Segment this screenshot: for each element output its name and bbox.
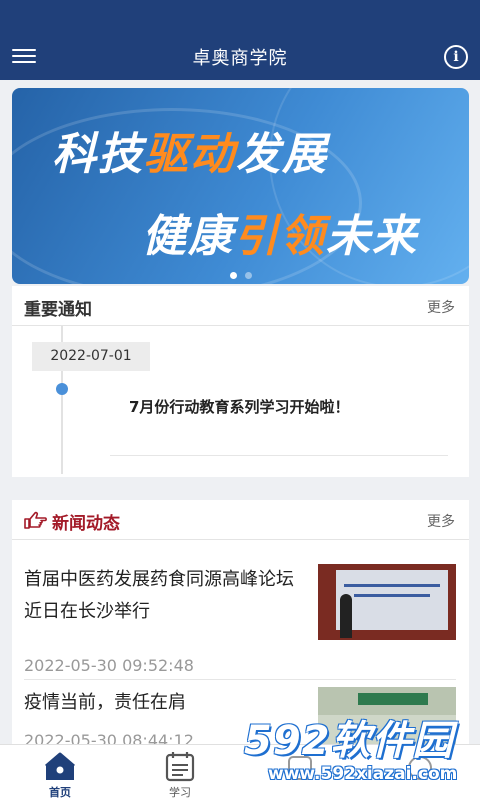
news-item-title: 疫情当前，责任在肩 [24,692,186,713]
tab-fourth[interactable] [360,745,480,800]
app-title: 卓奥商学院 [192,48,288,69]
divider [110,455,448,456]
notice-more-link[interactable]: 更多 [427,297,455,317]
pointing-hand-icon [24,511,47,529]
tab-icon [408,756,432,780]
news-item[interactable]: 首届中医药发展药食同源高峰论坛近日在长沙举行 2022-05-30 09:52:… [24,564,456,680]
banner-slogan-line2: 健康引领未来 [142,200,418,264]
notebook-icon [165,752,195,782]
banner-word-highlight: 引领 [234,211,326,262]
tab-third[interactable] [240,745,360,800]
news-item-date: 2022-05-30 09:52:48 [24,656,194,675]
home-icon [45,752,75,780]
bottom-tab-bar: 首页 学习 [0,744,480,800]
banner-word: 健康 [142,211,234,262]
news-section-title: 新闻动态 [52,514,120,534]
tab-label: 首页 [49,786,71,799]
notice-section-title: 重要通知 [24,300,92,320]
notice-item-title[interactable]: 7月份行动教育系列学习开始啦！ [129,394,409,421]
tab-label: 学习 [169,786,191,799]
notice-date-tag: 2022-07-01 [32,342,150,371]
banner-word: 未来 [326,211,418,262]
notice-header: 重要通知 更多 [12,286,469,326]
notice-card: 重要通知 更多 2022-07-01 7月份行动教育系列学习开始啦！ [12,286,469,477]
news-thumbnail [318,564,456,640]
banner-word: 发展 [236,129,328,180]
banner-carousel[interactable]: 科技驱动发展 健康引领未来 [12,88,469,284]
app-header: 卓奥商学院 i [0,0,480,80]
carousel-dot[interactable] [229,272,237,279]
news-item-title: 首届中医药发展药食同源高峰论坛近日在长沙举行 [24,569,294,622]
banner-word: 科技 [52,129,144,180]
tab-home[interactable]: 首页 [0,745,120,800]
banner-word-highlight: 驱动 [144,129,236,180]
carousel-indicator [12,264,469,283]
carousel-dot[interactable] [244,272,252,279]
timeline-dot [56,383,68,395]
banner-slogan-line1: 科技驱动发展 [52,118,328,182]
tab-icon [288,756,312,780]
news-more-link[interactable]: 更多 [427,511,455,531]
info-icon[interactable]: i [444,45,468,69]
tab-study[interactable]: 学习 [120,745,240,800]
news-header: 新闻动态 更多 [12,500,469,540]
